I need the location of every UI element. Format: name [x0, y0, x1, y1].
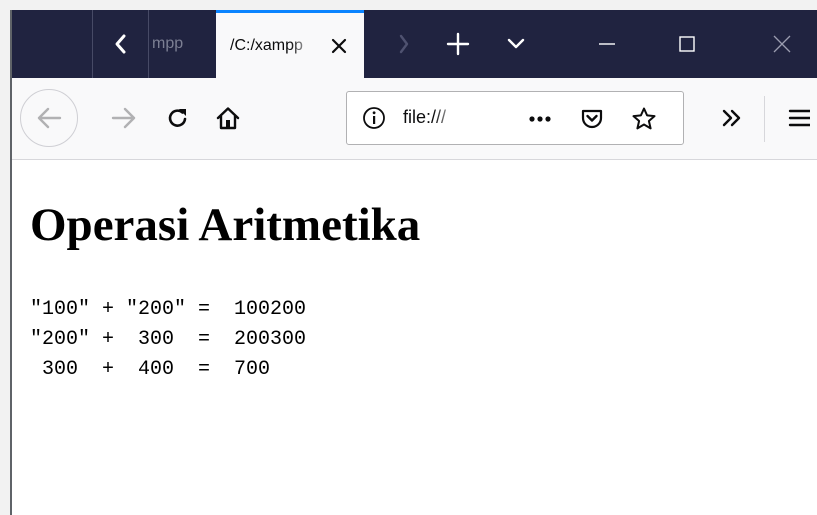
maximize-button[interactable] [652, 10, 722, 78]
hamburger-menu-icon [788, 109, 810, 127]
info-icon [363, 107, 385, 129]
reload-button[interactable] [158, 98, 198, 138]
back-arrow-icon [37, 107, 62, 129]
output-line: 300 + 400 = 700 [30, 358, 271, 381]
more-dots-icon [529, 116, 551, 122]
site-info-button[interactable] [361, 105, 387, 131]
tab-inactive[interactable]: mpp [148, 10, 216, 78]
url-bar[interactable]: file:/// [346, 91, 684, 145]
tab-scroll-right-button[interactable] [382, 10, 426, 78]
close-window-icon [773, 35, 791, 53]
tab-label: mpp [152, 35, 184, 52]
menu-button[interactable] [784, 98, 817, 138]
minimize-icon [599, 43, 615, 45]
home-icon [216, 107, 240, 130]
page-heading: Operasi Aritmetika [30, 199, 421, 251]
forward-arrow-icon [111, 107, 136, 129]
forward-button[interactable] [104, 98, 144, 138]
minimize-button[interactable] [572, 10, 642, 78]
page-content: Operasi Aritmetika "100" + "200" = 10020… [12, 160, 817, 515]
tab-strip: mpp /C:/xampp [12, 10, 817, 78]
double-chevron-icon [722, 109, 741, 127]
navigation-toolbar: file:/// [12, 78, 817, 160]
new-tab-button[interactable] [434, 10, 482, 78]
output-line: "100" + "200" = 100200 [30, 298, 307, 321]
back-button[interactable] [20, 89, 78, 147]
pocket-button[interactable] [577, 104, 607, 134]
close-window-button[interactable] [747, 10, 817, 78]
home-button[interactable] [208, 98, 248, 138]
tab-label: /C:/xampp [230, 36, 303, 54]
page-actions-button[interactable] [525, 104, 555, 134]
pocket-icon [581, 109, 603, 129]
chevron-left-icon [115, 34, 125, 54]
maximize-icon [679, 36, 695, 52]
close-icon [331, 38, 347, 54]
chevron-right-icon [399, 34, 409, 54]
toolbar-separator [764, 96, 765, 142]
tab-active[interactable]: /C:/xampp [216, 10, 364, 78]
overflow-button[interactable] [712, 98, 752, 138]
url-text[interactable]: file:/// [403, 107, 459, 131]
tab-close-button[interactable] [326, 33, 352, 59]
output-line: "200" + 300 = 200300 [30, 328, 307, 351]
star-icon [632, 107, 656, 130]
plus-icon [446, 32, 470, 56]
tab-scroll-left-button[interactable] [92, 10, 148, 78]
reload-icon [168, 109, 187, 127]
chevron-down-icon [507, 38, 525, 49]
browser-window: mpp /C:/xampp file:/// Operasi Aritmetik… [10, 10, 817, 515]
bookmark-button[interactable] [629, 104, 659, 134]
tab-list-button[interactable] [494, 10, 538, 78]
output-block: "100" + "200" = 100200 "200" + 300 = 200… [30, 295, 306, 385]
